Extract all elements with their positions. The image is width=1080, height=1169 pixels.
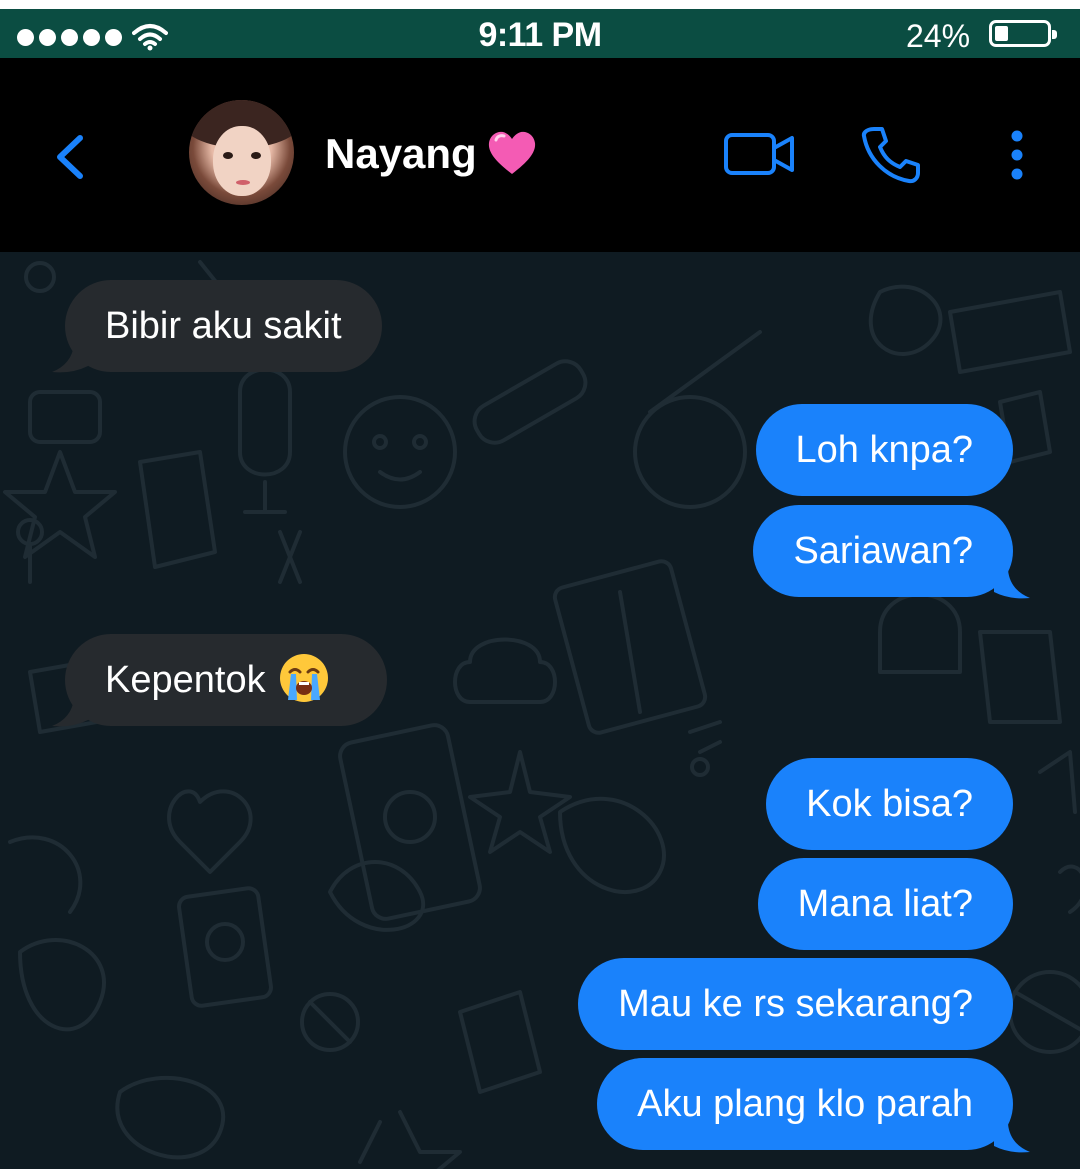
video-camera-icon[interactable] <box>723 132 795 176</box>
message-text: Bibir aku sakit <box>105 305 342 347</box>
message-bubble-incoming[interactable]: Kepentok <box>65 634 387 726</box>
message-text: Mana liat? <box>797 883 973 925</box>
message-bubble-outgoing[interactable]: Loh knpa? <box>755 404 1013 496</box>
message-bubble-outgoing[interactable]: Mau ke rs sekarang? <box>578 958 1013 1050</box>
message-bubble-outgoing[interactable]: Mana liat? <box>757 858 1013 950</box>
battery-icon <box>989 20 1057 47</box>
chat-header: Nayang <box>0 58 1080 252</box>
message-text: Loh knpa? <box>795 429 974 471</box>
message-text: Mau ke rs sekarang? <box>618 983 973 1025</box>
message-bubble-outgoing[interactable]: Kok bisa? <box>766 758 1013 850</box>
bubble-tail <box>994 1124 1030 1153</box>
status-bar: 9:11 PM 24% <box>0 9 1080 58</box>
top-edge <box>0 0 1080 9</box>
loudly-crying-face-emoji-icon <box>279 653 328 702</box>
battery-percent: 24% <box>906 18 971 54</box>
contact-avatar[interactable] <box>189 100 294 205</box>
pink-heart-emoji-icon <box>488 131 535 174</box>
contact-name-label: Nayang <box>325 130 477 177</box>
message-bubble-outgoing[interactable]: Sariawan? <box>753 505 1013 597</box>
bubble-tail <box>52 344 88 373</box>
message-bubble-incoming[interactable]: Bibir aku sakit <box>65 280 382 372</box>
message-text: Kok bisa? <box>806 783 973 825</box>
chat-area[interactable]: Bibir aku sakit Loh knpa? Sariawan? Kepe… <box>0 252 1080 1169</box>
bubble-tail <box>994 570 1030 599</box>
more-vertical-icon[interactable] <box>1004 130 1030 180</box>
message-text: Aku plang klo parah <box>637 1083 973 1125</box>
bubble-tail <box>52 698 88 727</box>
message-text: Kepentok <box>105 659 266 701</box>
phone-icon[interactable] <box>860 125 922 185</box>
contact-name[interactable]: Nayang <box>325 130 537 178</box>
back-chevron-icon[interactable] <box>52 134 88 180</box>
message-text: Sariawan? <box>793 530 973 572</box>
message-bubble-outgoing[interactable]: Aku plang klo parah <box>597 1058 1013 1150</box>
